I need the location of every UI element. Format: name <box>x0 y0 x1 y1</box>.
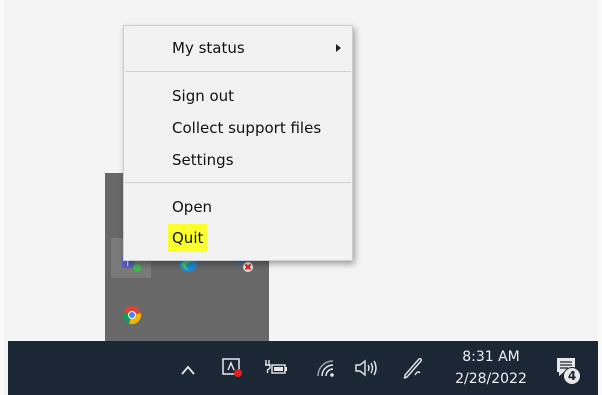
pen-icon[interactable] <box>401 355 425 381</box>
menu-item-quit[interactable]: Quit <box>124 224 352 252</box>
recording-indicator-icon[interactable] <box>221 356 245 380</box>
menu-item-label: Sign out <box>172 87 235 105</box>
menu-separator <box>125 71 351 72</box>
menu-item-settings[interactable]: Settings <box>124 146 352 174</box>
tray-item-chrome[interactable] <box>111 294 151 334</box>
menu-item-label: Collect support files <box>172 119 322 137</box>
menu-item-label: Settings <box>172 151 234 169</box>
clock-time: 8:31 AM <box>462 349 520 365</box>
menu-item-label: Open <box>172 198 213 216</box>
menu-item-collect-support-files[interactable]: Collect support files <box>124 114 352 142</box>
chevron-up-icon[interactable] <box>179 363 197 377</box>
taskbar-clock[interactable]: 8:31 AM 2/28/2022 <box>450 346 532 390</box>
battery-plug-icon[interactable] <box>263 357 289 379</box>
menu-separator <box>125 182 351 183</box>
menu-item-label: My status <box>172 39 245 57</box>
wifi-icon[interactable] <box>315 358 339 380</box>
speaker-icon[interactable] <box>353 357 379 379</box>
tray-context-menu: My status Sign out Collect support files… <box>123 25 353 261</box>
menu-item-my-status[interactable]: My status <box>124 34 352 62</box>
menu-item-open[interactable]: Open <box>124 193 352 221</box>
clock-date: 2/28/2022 <box>455 371 527 387</box>
submenu-arrow-icon <box>336 44 341 52</box>
menu-item-sign-out[interactable]: Sign out <box>124 82 352 110</box>
chrome-icon <box>122 306 142 325</box>
menu-item-label: Quit <box>168 224 208 252</box>
taskbar: 8:31 AM 2/28/2022 <box>8 341 598 395</box>
notification-count-badge: 4 <box>563 367 581 385</box>
